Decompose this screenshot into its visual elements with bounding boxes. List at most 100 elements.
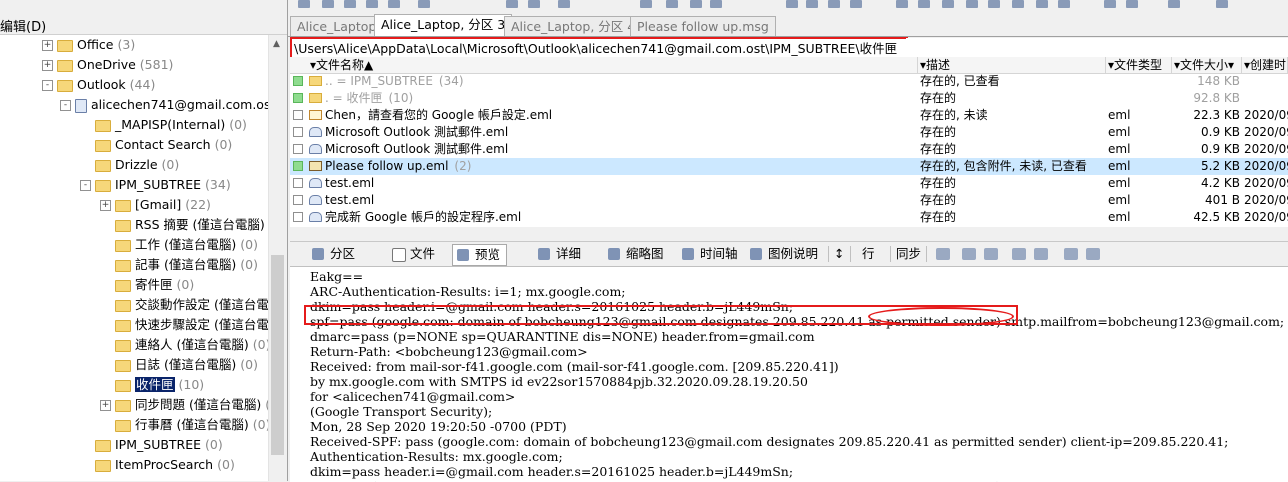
tree-item[interactable]: ItemProcSearch (0) bbox=[80, 455, 235, 475]
tool-icon[interactable] bbox=[528, 0, 540, 8]
tree-item[interactable]: - Outlook (44) bbox=[42, 75, 155, 95]
tool-icon[interactable] bbox=[1126, 0, 1138, 8]
tree-item[interactable]: Contact Search (0) bbox=[80, 135, 232, 155]
tree-item[interactable]: +同步問題 (僅這台電腦)( bbox=[100, 395, 270, 415]
crosshair-icon[interactable] bbox=[1064, 248, 1078, 260]
row-checkbox[interactable] bbox=[293, 161, 303, 171]
tool-icon[interactable] bbox=[828, 0, 840, 8]
tool-icon[interactable] bbox=[1168, 0, 1180, 8]
grid-icon[interactable] bbox=[1034, 248, 1048, 260]
sync-button[interactable]: 同步 bbox=[890, 244, 927, 264]
column-header-name[interactable]: ▾文件名称▲ bbox=[290, 57, 918, 73]
tab-legend[interactable]: 图例说明 bbox=[746, 244, 824, 264]
tree-item[interactable]: 行事曆 (僅這台電腦) (0) bbox=[100, 415, 270, 435]
file-row[interactable]: Please follow up.eml (2) 存在的, 包含附件, 未读, 已查… bbox=[290, 158, 1288, 175]
tab-thumbnails[interactable]: 缩略图 bbox=[604, 244, 670, 264]
scroll-thumb[interactable] bbox=[271, 255, 284, 455]
tab-file[interactable]: 文件 bbox=[388, 244, 441, 264]
tree-item[interactable]: 日誌 (僅這台電腦) (0) bbox=[100, 355, 258, 375]
book-icon[interactable] bbox=[1216, 0, 1228, 8]
menu-edit[interactable]: 编辑(D) bbox=[0, 16, 46, 35]
search-icon[interactable] bbox=[988, 0, 1000, 8]
tab-details[interactable]: 详细 bbox=[534, 244, 587, 264]
file-row[interactable]: 完成新 Google 帳戶的設定程序.eml 存在的 eml 42.5 KB 2020/… bbox=[290, 209, 1288, 226]
tool-icon[interactable] bbox=[806, 0, 818, 8]
tool-icon[interactable] bbox=[558, 0, 570, 8]
expand-icon[interactable]: + bbox=[100, 400, 111, 411]
folder-tree[interactable]: + Office (3) + OneDrive (581) - Outlook (44) - ali… bbox=[0, 35, 286, 481]
tab-partition[interactable]: 分区 bbox=[308, 244, 361, 264]
expand-icon[interactable]: + bbox=[42, 60, 53, 71]
tree-item[interactable]: 快速步驟設定 (僅這台電 bbox=[100, 315, 273, 335]
tree-item[interactable]: 寄件匣 (0) bbox=[100, 275, 194, 295]
text-icon[interactable] bbox=[962, 248, 976, 260]
file-row[interactable]: .. = IPM_SUBTREE (34) 存在的, 已查看 148 KB bbox=[290, 73, 1288, 90]
copy-icon[interactable] bbox=[366, 0, 378, 8]
row-checkbox[interactable] bbox=[293, 178, 303, 188]
row-checkbox[interactable] bbox=[293, 76, 303, 86]
binoculars-icon[interactable] bbox=[640, 0, 652, 8]
forward-icon[interactable] bbox=[786, 0, 798, 8]
hex-icon[interactable] bbox=[666, 0, 678, 8]
tab-timeline[interactable]: 时间轴 bbox=[678, 244, 744, 264]
scroll-up-icon[interactable]: ▲ bbox=[273, 39, 280, 49]
file-row[interactable]: . = 收件匣 (10) 存在的 92.8 KB bbox=[290, 90, 1288, 107]
row-checkbox[interactable] bbox=[293, 195, 303, 205]
tree-item[interactable]: + OneDrive (581) bbox=[42, 55, 173, 75]
tab-alice-laptop-partition-3[interactable]: Alice_Laptop, 分区 3 bbox=[374, 14, 513, 36]
expand-icon[interactable]: + bbox=[100, 200, 111, 211]
disk-icon[interactable] bbox=[896, 0, 908, 8]
wave-icon[interactable] bbox=[936, 248, 950, 260]
tree-item[interactable]: + Office (3) bbox=[42, 35, 135, 55]
arrow-icon[interactable] bbox=[418, 0, 430, 8]
file-row[interactable]: Chen，請查看您的 Google 帳戶設定.eml 存在的, 未读 eml 22.3… bbox=[290, 107, 1288, 124]
save-icon[interactable] bbox=[344, 0, 356, 8]
tree-item[interactable]: _MAPISP(Internal) (0) bbox=[80, 115, 247, 135]
row-checkbox[interactable] bbox=[293, 127, 303, 137]
file-row[interactable]: Microsoft Outlook 測試郵件.eml 存在的 eml 0.9 KB 20… bbox=[290, 124, 1288, 141]
tool-icon[interactable] bbox=[850, 0, 862, 8]
preview-pane[interactable]: Eakg== ARC-Authentication-Results: i=1; m… bbox=[290, 266, 1288, 482]
tree-item[interactable]: Drizzle (0) bbox=[80, 155, 179, 175]
user-icon[interactable] bbox=[1036, 0, 1048, 8]
grid-icon[interactable] bbox=[966, 0, 978, 8]
file-row[interactable]: Microsoft Outlook 測試郵件.eml 存在的 eml 0.9 KB 20… bbox=[290, 141, 1288, 158]
tree-item[interactable]: - alicechen741@gmail.com.ost bbox=[60, 95, 279, 115]
tree-scrollbar[interactable]: ▲ bbox=[268, 35, 287, 481]
collapse-icon[interactable]: - bbox=[42, 80, 53, 91]
row-checkbox[interactable] bbox=[293, 144, 303, 154]
tree-item[interactable]: 連絡人 (僅這台電腦) (0) bbox=[100, 335, 270, 355]
tree-item[interactable]: 收件匣 (10) bbox=[100, 375, 204, 395]
column-header-created[interactable]: ▾创建时 bbox=[1242, 57, 1288, 73]
tab-preview[interactable]: 预览 bbox=[452, 244, 508, 266]
tool-icon[interactable] bbox=[506, 0, 518, 8]
tree-item[interactable]: 工作 (僅這台電腦) (0) bbox=[100, 235, 258, 255]
disk-icon[interactable] bbox=[942, 0, 954, 8]
tool-icon[interactable] bbox=[1104, 0, 1116, 8]
new-icon[interactable] bbox=[298, 0, 310, 8]
row-checkbox[interactable] bbox=[293, 110, 303, 120]
tree-item[interactable]: RSS 摘要 (僅這台電腦)(0) bbox=[100, 215, 286, 235]
file-row[interactable]: test.eml 存在的 eml 401 B 2020/09 bbox=[290, 192, 1288, 209]
tab-please-follow-up-msg[interactable]: Please follow up.msg bbox=[630, 16, 776, 36]
paste-icon[interactable] bbox=[388, 0, 400, 8]
gear-icon[interactable] bbox=[1058, 0, 1070, 8]
column-header-type[interactable]: ▾文件类型 bbox=[1106, 57, 1172, 73]
tool-icon[interactable] bbox=[1012, 0, 1024, 8]
tree-item[interactable]: - IPM_SUBTREE (34) bbox=[80, 175, 231, 195]
tree-item[interactable]: IPM_SUBTREE (0) bbox=[80, 435, 223, 455]
properties-icon[interactable] bbox=[1012, 248, 1026, 260]
tool-icon[interactable] bbox=[710, 0, 722, 8]
tool-icon[interactable] bbox=[690, 0, 702, 8]
collapse-icon[interactable]: - bbox=[60, 100, 71, 111]
column-header-desc[interactable]: ▾描述 bbox=[918, 57, 1106, 73]
list-icon[interactable] bbox=[1086, 248, 1100, 260]
tree-item[interactable]: 記事 (僅這台電腦) (0) bbox=[100, 255, 258, 275]
open-icon[interactable] bbox=[322, 0, 334, 8]
tree-item[interactable]: 交談動作設定 (僅這台電 bbox=[100, 295, 273, 315]
column-header-size[interactable]: ▾文件大小▾ bbox=[1172, 57, 1242, 73]
row-checkbox[interactable] bbox=[293, 93, 303, 103]
tab-alice-laptop[interactable]: Alice_Laptop bbox=[290, 16, 384, 36]
expand-icon[interactable]: + bbox=[42, 40, 53, 51]
list-icon[interactable] bbox=[984, 248, 998, 260]
